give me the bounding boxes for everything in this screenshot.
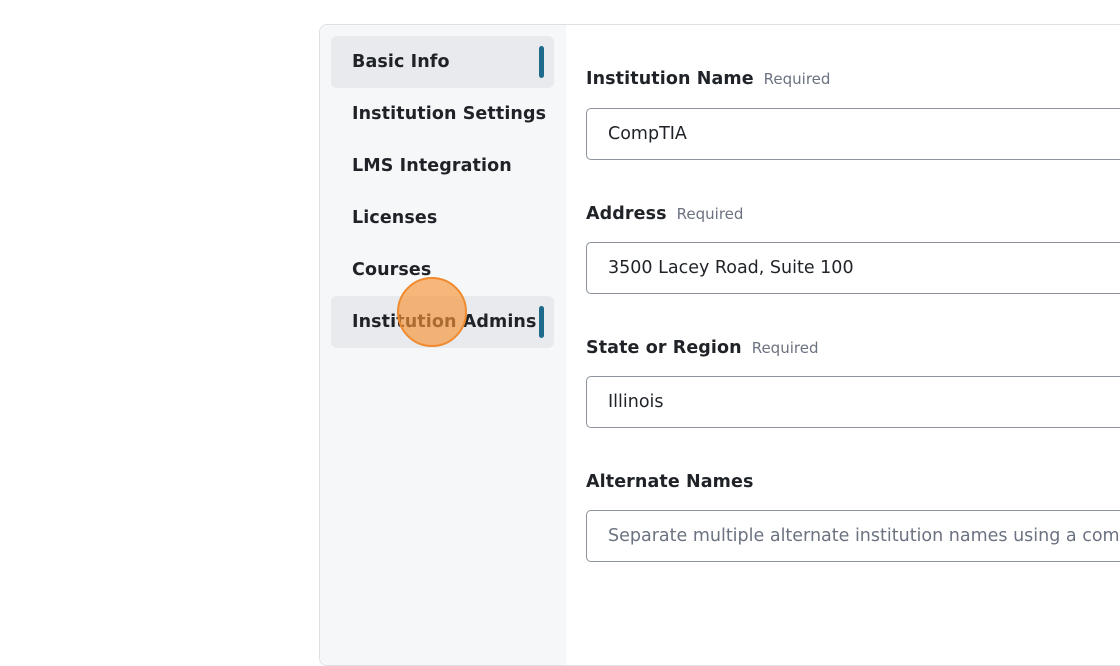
state-region-input[interactable] (586, 376, 1120, 428)
sidebar-item-label: Courses (352, 260, 432, 280)
field-label-text: Alternate Names (586, 472, 754, 492)
sidebar-item-label: Institution Settings (352, 104, 547, 124)
basic-info-form: Institution Name Required Address Requir… (566, 25, 1120, 665)
field-label-text: State or Region (586, 338, 742, 358)
state-region-label: State or Region Required (586, 338, 818, 358)
field-label-text: Address (586, 204, 667, 224)
sidebar-item-courses[interactable]: Courses (331, 244, 554, 296)
active-indicator (539, 306, 544, 338)
alternate-names-input[interactable] (586, 510, 1120, 562)
address-label: Address Required (586, 204, 743, 224)
settings-panel: Basic Info Institution Settings LMS Inte… (319, 24, 1120, 666)
sidebar-item-label: LMS Integration (352, 156, 512, 176)
active-indicator (539, 46, 544, 78)
institution-name-label: Institution Name Required (586, 69, 830, 89)
required-hint: Required (676, 205, 744, 223)
sidebar-item-label: Licenses (352, 208, 438, 228)
required-hint: Required (763, 70, 831, 88)
sidebar-item-licenses[interactable]: Licenses (331, 192, 554, 244)
field-label-text: Institution Name (586, 69, 754, 89)
address-input[interactable] (586, 242, 1120, 294)
settings-sidebar: Basic Info Institution Settings LMS Inte… (320, 25, 566, 665)
sidebar-item-institution-admins[interactable]: Institution Admins (331, 296, 554, 348)
sidebar-item-basic-info[interactable]: Basic Info (331, 36, 554, 88)
alternate-names-label: Alternate Names (586, 472, 753, 492)
sidebar-item-label: Institution Admins (352, 312, 537, 332)
required-hint: Required (751, 339, 819, 357)
institution-name-input[interactable] (586, 108, 1120, 160)
sidebar-item-lms-integration[interactable]: LMS Integration (331, 140, 554, 192)
sidebar-item-institution-settings[interactable]: Institution Settings (331, 88, 554, 140)
sidebar-item-label: Basic Info (352, 52, 450, 72)
